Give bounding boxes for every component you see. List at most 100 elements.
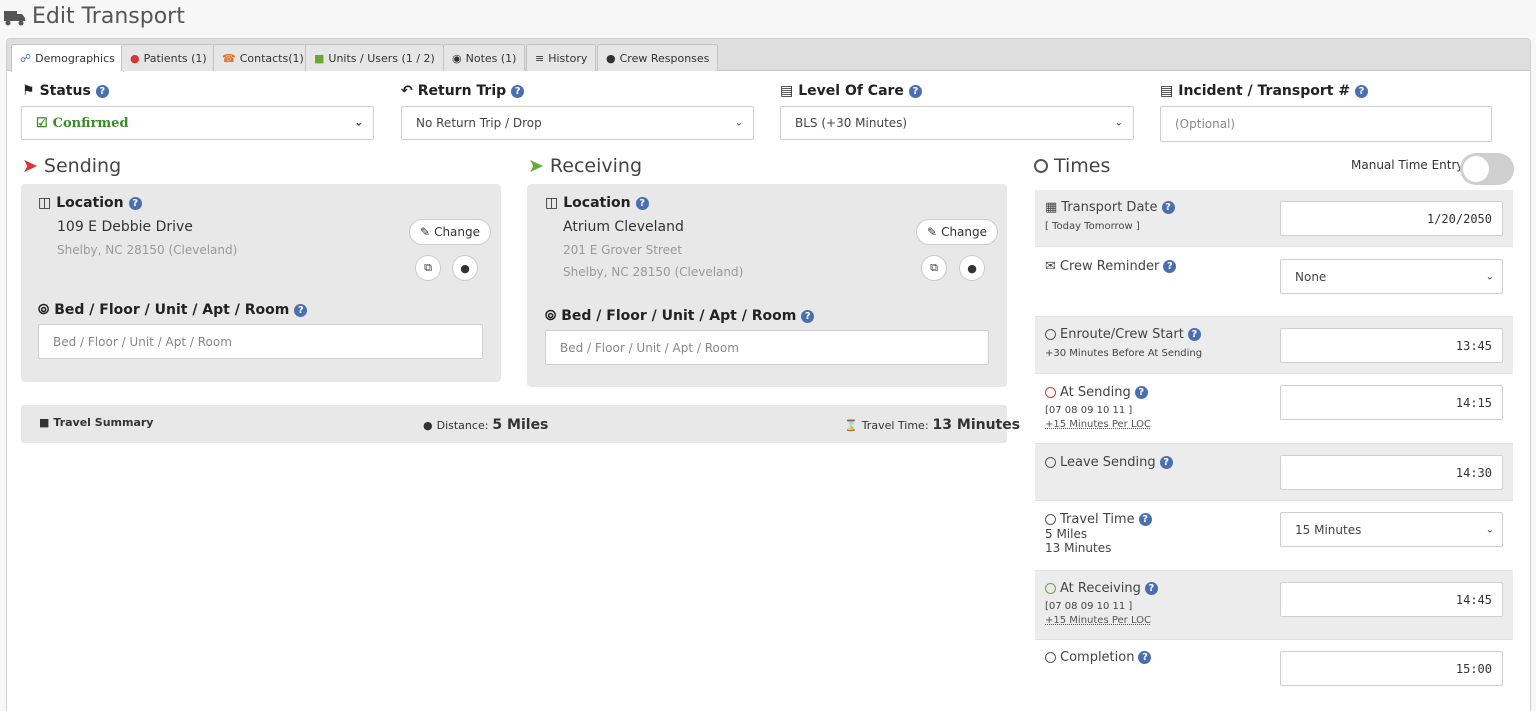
at-sending-hours[interactable]: [07 08 09 10 11 ] bbox=[1045, 405, 1132, 416]
copy-button[interactable]: ⧉ bbox=[415, 255, 441, 281]
chevron-down-icon: ⌄ bbox=[354, 117, 363, 129]
map-marker-button[interactable]: ● bbox=[959, 255, 985, 281]
leave-sending-row: Leave Sending? 14:30 bbox=[1035, 444, 1513, 501]
at-sending-loc-link[interactable]: +15 Minutes Per LOC bbox=[1045, 419, 1151, 430]
users-icon: ● bbox=[606, 51, 616, 65]
transport-date-input[interactable]: 1/20/2050 bbox=[1280, 201, 1503, 236]
completion-input[interactable]: 15:00 bbox=[1280, 651, 1503, 686]
receiving-bed-input[interactable]: Bed / Floor / Unit / Apt / Room bbox=[545, 330, 989, 365]
leave-sending-input[interactable]: 14:30 bbox=[1280, 455, 1503, 490]
help-icon[interactable]: ? bbox=[511, 84, 525, 98]
help-icon[interactable]: ? bbox=[1138, 651, 1152, 664]
receiving-change-button[interactable]: ✎ Change bbox=[916, 219, 999, 245]
tab-patients[interactable]: ● Patients (1) bbox=[121, 44, 216, 71]
location-arrow-icon: ➤ bbox=[22, 155, 38, 177]
copy-button[interactable]: ⧉ bbox=[921, 255, 947, 281]
crew-reminder-select[interactable]: None ⌄ bbox=[1280, 259, 1503, 294]
pencil-icon: ✎ bbox=[927, 225, 938, 239]
toggle-knob bbox=[1463, 156, 1489, 182]
help-icon[interactable]: ? bbox=[95, 84, 109, 98]
reply-icon: ↶ bbox=[401, 83, 413, 99]
map-icon: ◫ bbox=[38, 195, 52, 211]
help-icon[interactable]: ? bbox=[1355, 84, 1369, 98]
phone-icon: ☎ bbox=[222, 51, 236, 65]
tab-demographics[interactable]: ☍ Demographics bbox=[11, 44, 124, 72]
help-icon[interactable]: ? bbox=[128, 196, 142, 210]
sitemap-icon: ☍ bbox=[20, 52, 32, 65]
check-square-icon: ☑ bbox=[36, 115, 48, 131]
sending-address-line1: 109 E Debbie Drive bbox=[57, 219, 193, 235]
help-icon[interactable]: ? bbox=[635, 196, 649, 210]
tab-notes[interactable]: ◉ Notes (1) bbox=[443, 44, 526, 71]
tab-crew-responses[interactable]: ● Crew Responses bbox=[597, 44, 719, 71]
travel-time-select[interactable]: 15 Minutes ⌄ bbox=[1280, 512, 1503, 547]
sending-change-button[interactable]: ✎ Change bbox=[409, 219, 492, 245]
map-marker-icon: ● bbox=[967, 261, 977, 275]
receiving-address-line1: 201 E Grover Street bbox=[563, 243, 683, 257]
return-trip-select[interactable]: No Return Trip / Drop ⌄ bbox=[401, 106, 754, 140]
manual-time-entry-label: Manual Time Entry bbox=[1351, 158, 1464, 172]
clock-icon bbox=[1034, 159, 1048, 173]
enroute-label: Enroute/Crew Start? bbox=[1045, 327, 1201, 342]
travel-distance: ● Distance: 5 Miles bbox=[423, 417, 549, 433]
help-icon[interactable]: ? bbox=[1187, 328, 1201, 341]
help-icon[interactable]: ? bbox=[908, 84, 922, 98]
sending-bed-input[interactable]: Bed / Floor / Unit / Apt / Room bbox=[38, 324, 483, 359]
chevron-down-icon: ⌄ bbox=[734, 117, 743, 129]
at-receiving-loc-link[interactable]: +15 Minutes Per LOC bbox=[1045, 615, 1151, 626]
at-receiving-hours[interactable]: [07 08 09 10 11 ] bbox=[1045, 601, 1132, 612]
at-receiving-row: At Receiving? [07 08 09 10 11 ] +15 Minu… bbox=[1035, 571, 1513, 640]
comment-icon: ◉ bbox=[452, 51, 462, 65]
help-icon[interactable]: ? bbox=[1144, 582, 1158, 595]
tab-units-users[interactable]: ■ Units / Users (1 / 2) bbox=[305, 44, 444, 71]
chevron-down-icon: ⌄ bbox=[1485, 271, 1494, 282]
completion-label: Completion? bbox=[1045, 650, 1152, 665]
status-select[interactable]: ☑ Confirmed ⌄ bbox=[21, 106, 374, 140]
manual-time-entry-toggle[interactable] bbox=[1460, 153, 1514, 185]
date-shortcuts[interactable]: [ Today Tomorrow ] bbox=[1045, 221, 1140, 232]
tab-bar: ☍ Demographics ● Patients (1) ☎ Contacts(1)… bbox=[7, 39, 1530, 72]
help-icon[interactable]: ? bbox=[801, 309, 815, 323]
travel-time-miles: 5 Miles bbox=[1045, 527, 1088, 541]
at-receiving-input[interactable]: 14:45 bbox=[1280, 582, 1503, 617]
copy-icon: ⧉ bbox=[424, 261, 432, 274]
hourglass-icon: ⌛ bbox=[844, 419, 858, 432]
tab-history[interactable]: ≡ History bbox=[526, 44, 597, 71]
enroute-sub: +30 Minutes Before At Sending bbox=[1045, 348, 1203, 359]
incident-input[interactable]: (Optional) bbox=[1160, 106, 1492, 142]
help-icon[interactable]: ? bbox=[1163, 260, 1177, 273]
crew-reminder-row: ✉ Crew Reminder? None ⌄ bbox=[1035, 247, 1513, 317]
transport-date-label: ▦ Transport Date? bbox=[1045, 200, 1175, 215]
copy-icon: ⧉ bbox=[930, 261, 938, 274]
sending-title: ➤ Sending bbox=[22, 155, 122, 177]
travel-time: ⌛ Travel Time: 13 Minutes bbox=[844, 417, 1021, 433]
leave-sending-label: Leave Sending? bbox=[1045, 455, 1173, 470]
level-of-care-select[interactable]: BLS (+30 Minutes) ⌄ bbox=[780, 106, 1134, 140]
travel-time-minutes: 13 Minutes bbox=[1045, 541, 1112, 555]
clock-icon bbox=[1045, 583, 1056, 594]
compass-icon: ⦾ bbox=[545, 308, 557, 324]
receiving-bed-label: ⦾ Bed / Floor / Unit / Apt / Room? bbox=[545, 308, 815, 324]
user-icon: ● bbox=[130, 51, 140, 65]
help-icon[interactable]: ? bbox=[1161, 201, 1175, 214]
help-icon[interactable]: ? bbox=[1159, 456, 1173, 469]
list-icon: ≡ bbox=[535, 51, 545, 65]
enroute-input[interactable]: 13:45 bbox=[1280, 328, 1503, 363]
help-icon[interactable]: ? bbox=[1138, 513, 1152, 526]
truck-icon: ■ bbox=[314, 51, 325, 65]
compass-icon: ⦾ bbox=[38, 302, 50, 318]
clock-icon bbox=[1045, 329, 1056, 340]
completion-row: Completion? 15:00 bbox=[1035, 640, 1513, 700]
help-icon[interactable]: ? bbox=[294, 303, 308, 317]
transport-date-row: ▦ Transport Date? [ Today Tomorrow ] 1/20… bbox=[1035, 190, 1513, 247]
pencil-icon: ✎ bbox=[420, 225, 431, 239]
map-marker-icon: ● bbox=[460, 261, 470, 275]
clock-icon bbox=[1045, 387, 1056, 398]
crew-reminder-label: ✉ Crew Reminder? bbox=[1045, 259, 1177, 274]
help-icon[interactable]: ? bbox=[1134, 386, 1148, 399]
at-sending-input[interactable]: 14:15 bbox=[1280, 385, 1503, 420]
map-marker-button[interactable]: ● bbox=[452, 255, 478, 281]
travel-summary-label: ■ Travel Summary bbox=[39, 416, 154, 429]
tab-contacts[interactable]: ☎ Contacts(1) bbox=[213, 44, 313, 71]
bar-chart-icon: ▤ bbox=[1160, 83, 1174, 99]
